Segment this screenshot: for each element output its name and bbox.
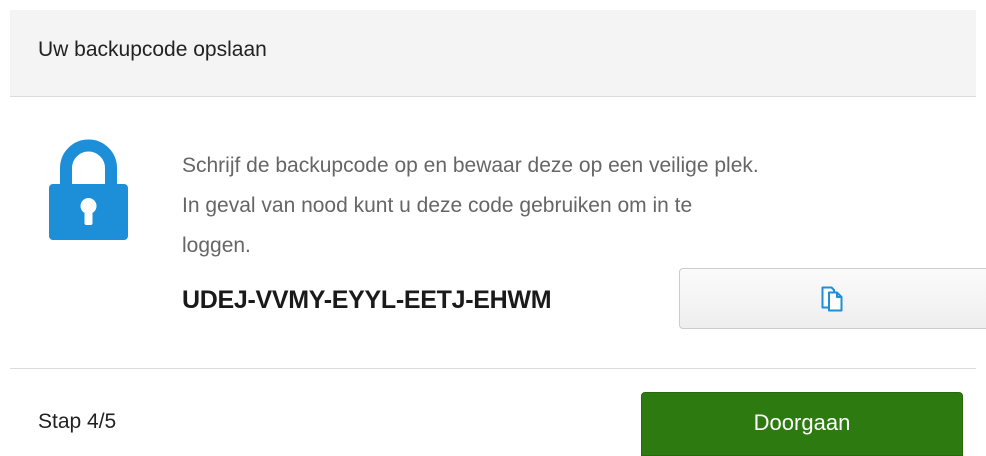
copy-button[interactable] xyxy=(679,268,986,329)
backup-instructions: Schrijf de backupcode op en bewaar deze … xyxy=(182,146,972,266)
lock-icon xyxy=(48,136,129,240)
dialog-title: Uw backupcode opslaan xyxy=(38,38,267,61)
backup-code-dialog: Uw backupcode opslaan Schrijf de backupc… xyxy=(10,10,986,456)
instruction-line: In geval van nood kunt u deze code gebru… xyxy=(182,194,693,217)
copy-icon xyxy=(821,286,843,312)
step-indicator: Stap 4/5 xyxy=(38,410,117,433)
dialog-header: Uw backupcode opslaan xyxy=(10,10,976,97)
instruction-line: Schrijf de backupcode op en bewaar deze … xyxy=(182,154,759,177)
instruction-line: loggen. xyxy=(182,234,251,257)
continue-button[interactable]: Doorgaan xyxy=(641,392,963,456)
footer-divider xyxy=(10,368,976,369)
backup-code: UDEJ-VVMY-EYYL-EETJ-EHWM xyxy=(182,286,552,314)
